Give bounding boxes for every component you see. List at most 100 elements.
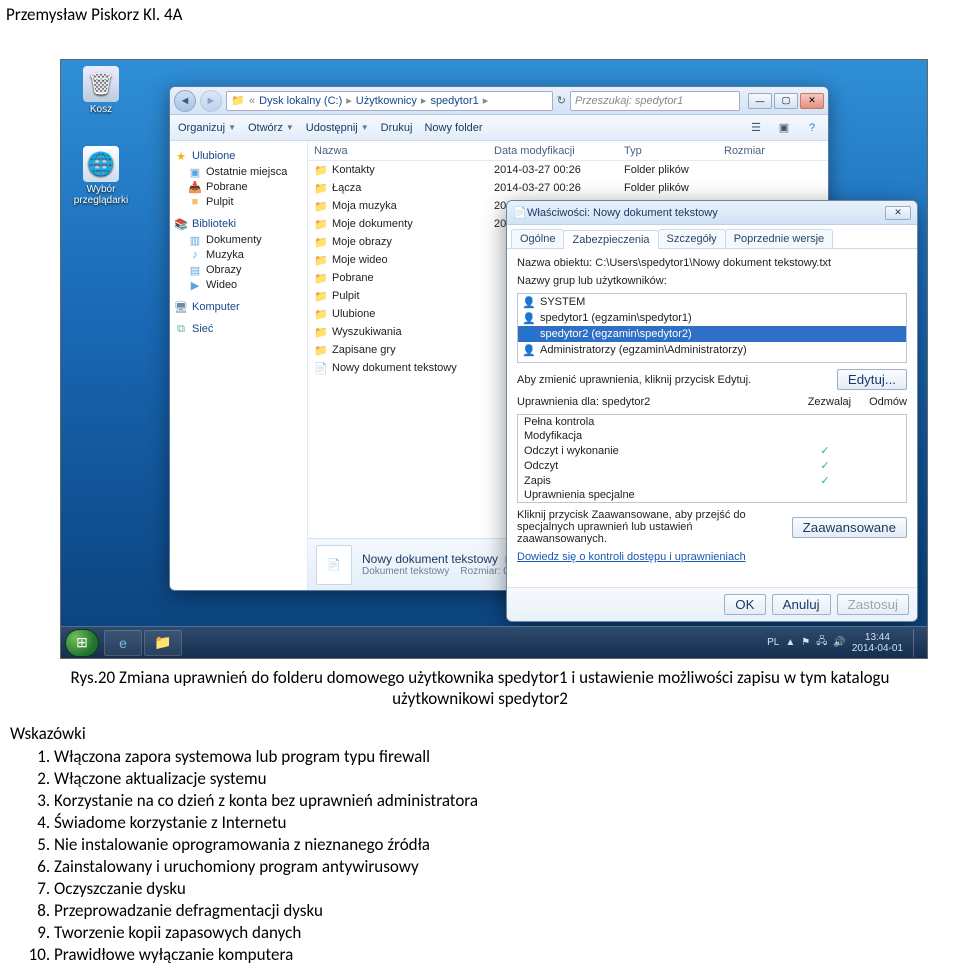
permission-row: Pełna kontrola xyxy=(518,415,906,429)
minimize-button[interactable]: — xyxy=(748,93,772,109)
edit-button[interactable]: Edytuj... xyxy=(837,369,907,390)
user-name: spedytor2 (egzamin\spedytor2) xyxy=(540,328,692,340)
user-entry[interactable]: 👤SYSTEM xyxy=(518,294,906,310)
file-type: Folder plików xyxy=(624,182,724,194)
start-button[interactable]: ⊞ xyxy=(65,629,99,657)
tray-network-icon[interactable]: 🖧 xyxy=(816,634,827,651)
nav-item[interactable]: ▤Obrazy xyxy=(188,263,303,277)
file-row[interactable]: 📁Kontakty2014-03-27 00:26Folder plików xyxy=(308,161,828,179)
file-row[interactable]: 📁Łącza2014-03-27 00:26Folder plików xyxy=(308,179,828,197)
ok-button[interactable]: OK xyxy=(724,594,765,615)
desktop-browser-chooser[interactable]: 🌐 Wybór przeglądarki xyxy=(71,146,131,206)
explorer-titlebar: ◄ ► 📁 « Dysk lokalny (C:) ▸ Użytkownicy … xyxy=(170,87,828,115)
edit-hint: Aby zmienić uprawnienia, kliknij przycis… xyxy=(517,374,751,386)
tip-item: Nie instalowanie oprogramowania z niezna… xyxy=(54,834,950,855)
refresh-icon[interactable]: ↻ xyxy=(557,94,566,107)
user-entry[interactable]: 👤 spedytor2 (egzamin\spedytor2) xyxy=(518,326,906,342)
lang-indicator[interactable]: PL xyxy=(767,637,779,648)
file-type: Folder plików xyxy=(624,164,724,176)
close-button[interactable]: ✕ xyxy=(800,93,824,109)
toolbar-share[interactable]: Udostępnij▼ xyxy=(306,122,369,134)
toolbar-organize[interactable]: Organizuj▼ xyxy=(178,122,236,134)
desktop-recycle-bin[interactable]: 🗑 Kosz xyxy=(71,66,131,115)
props-close-button[interactable]: ✕ xyxy=(885,206,911,220)
user-icon: 👤 xyxy=(522,327,536,341)
folder-icon: 📁 xyxy=(314,307,328,321)
user-list[interactable]: 👤SYSTEM👤spedytor1 (egzamin\spedytor1)👤sp… xyxy=(517,293,907,363)
col-date[interactable]: Data modyfikacji xyxy=(494,145,624,157)
toolbar-print[interactable]: Drukuj xyxy=(381,122,413,134)
breadcrumb-seg[interactable]: Użytkownicy xyxy=(356,95,417,107)
user-name: spedytor1 (egzamin\spedytor1) xyxy=(540,312,692,324)
folder-icon: 📁 xyxy=(314,253,328,267)
nav-libraries[interactable]: 📚Biblioteki xyxy=(174,217,303,231)
apply-button[interactable]: Zastosuj xyxy=(837,594,909,615)
nav-item[interactable]: ▣Ostatnie miejsca xyxy=(188,165,303,179)
tab-previous-versions[interactable]: Poprzednie wersje xyxy=(725,229,834,248)
address-bar[interactable]: 📁 « Dysk lokalny (C:) ▸ Użytkownicy ▸ sp… xyxy=(226,91,553,111)
perm-for-label: Uprawnienia dla: spedytor2 xyxy=(517,396,650,408)
show-desktop-button[interactable] xyxy=(913,629,923,657)
breadcrumb-seg[interactable]: spedytor1 xyxy=(430,95,478,107)
tab-general[interactable]: Ogólne xyxy=(511,229,564,248)
folder-icon: 📁 xyxy=(314,271,328,285)
view-options-icon[interactable]: ☰ xyxy=(748,120,764,136)
object-path: C:\Users\spedytor1\Nowy dokument tekstow… xyxy=(595,257,831,269)
tab-security[interactable]: Zabezpieczenia xyxy=(563,230,658,249)
tray-volume-icon[interactable]: 🔊 xyxy=(833,637,845,648)
file-name: Nowy dokument tekstowy xyxy=(332,362,457,374)
tip-item: Świadome korzystanie z Internetu xyxy=(54,812,950,833)
toolbar-open[interactable]: Otwórz▼ xyxy=(248,122,294,134)
file-name: Moje obrazy xyxy=(332,236,392,248)
taskbar-ie[interactable]: e xyxy=(104,630,142,656)
txt-file-icon: 📄 xyxy=(316,545,352,585)
folder-icon: 📁 xyxy=(314,343,328,357)
nav-forward-button[interactable]: ► xyxy=(200,90,222,112)
breadcrumb-seg[interactable]: Dysk lokalny (C:) xyxy=(259,95,342,107)
explorer-toolbar: Organizuj▼ Otwórz▼ Udostępnij▼ Drukuj No… xyxy=(170,115,828,141)
column-headers[interactable]: Nazwa Data modyfikacji Typ Rozmiar xyxy=(308,141,828,161)
tip-item: Przeprowadzanie defragmentacji dysku xyxy=(54,900,950,921)
col-type[interactable]: Typ xyxy=(624,145,724,157)
user-entry[interactable]: 👤spedytor1 (egzamin\spedytor1) xyxy=(518,310,906,326)
learn-more-link[interactable]: Dowiedz się o kontroli dostępu i uprawni… xyxy=(517,551,907,563)
doc-header: Przemysław Piskorz Kl. 4A xyxy=(0,0,960,25)
advanced-button[interactable]: Zaawansowane xyxy=(792,517,907,538)
nav-item[interactable]: ■Pulpit xyxy=(188,195,303,209)
props-titlebar: 📄 Właściwości: Nowy dokument tekstowy ✕ xyxy=(507,201,917,225)
taskbar-explorer[interactable]: 📁 xyxy=(144,630,182,656)
col-size[interactable]: Rozmiar xyxy=(724,145,794,157)
col-name[interactable]: Nazwa xyxy=(314,145,494,157)
groups-label: Nazwy grup lub użytkowników: xyxy=(517,275,907,287)
nav-item[interactable]: ▥Dokumenty xyxy=(188,233,303,247)
tip-item: Zainstalowany i uruchomiony program anty… xyxy=(54,856,950,877)
help-icon[interactable]: ? xyxy=(804,120,820,136)
nav-item[interactable]: 📥Pobrane xyxy=(188,180,303,194)
tip-item: Tworzenie kopii zapasowych danych xyxy=(54,922,950,943)
nav-back-button[interactable]: ◄ xyxy=(174,90,196,112)
nav-computer[interactable]: 🖥Komputer xyxy=(174,300,303,314)
folder-icon: 📁 xyxy=(314,325,328,339)
tab-details[interactable]: Szczegóły xyxy=(658,229,726,248)
tray-action-center-icon[interactable]: ⚑ xyxy=(801,637,810,648)
advanced-hint: Kliknij przycisk Zaawansowane, aby przej… xyxy=(517,509,782,545)
toolbar-new-folder[interactable]: Nowy folder xyxy=(424,122,482,134)
nav-item[interactable]: ▶Wideo xyxy=(188,278,303,292)
desktop-browser-label: Wybór przeglądarki xyxy=(71,184,131,206)
folder-icon: 📁 xyxy=(314,217,328,231)
maximize-button[interactable]: ▢ xyxy=(774,93,798,109)
taskbar-clock[interactable]: 13:44 2014-04-01 xyxy=(852,632,903,654)
user-entry[interactable]: 👤Administratorzy (egzamin\Administratorz… xyxy=(518,342,906,358)
file-name: Łącza xyxy=(332,182,361,194)
cancel-button[interactable]: Anuluj xyxy=(772,594,831,615)
tray-flag-icon[interactable]: ▲ xyxy=(785,637,795,648)
permission-row: Uprawnienia specjalne xyxy=(518,488,906,502)
permission-row: Zapis✓ xyxy=(518,473,906,488)
nav-network[interactable]: ⧉Sieć xyxy=(174,322,303,336)
preview-pane-icon[interactable]: ▣ xyxy=(776,120,792,136)
nav-item[interactable]: ♪Muzyka xyxy=(188,248,303,262)
search-input[interactable]: Przeszukaj: spedytor1 xyxy=(570,91,740,111)
folder-icon: 📁 xyxy=(314,235,328,249)
perm-name: Zapis xyxy=(524,475,800,487)
nav-favorites[interactable]: ★Ulubione xyxy=(174,149,303,163)
